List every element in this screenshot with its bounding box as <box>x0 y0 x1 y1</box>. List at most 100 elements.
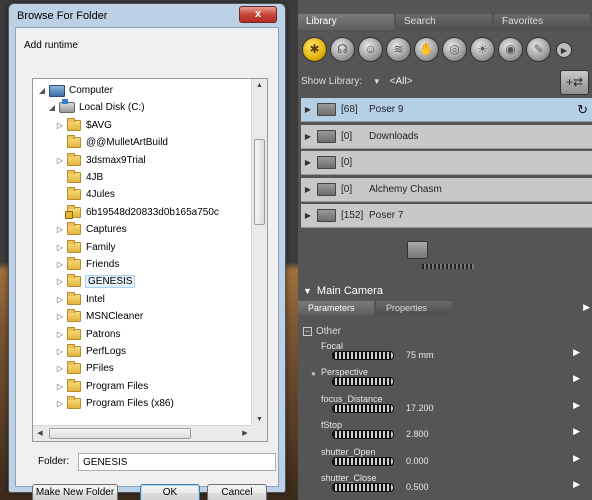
folder-field[interactable] <box>78 453 276 471</box>
lights-icon[interactable]: ☀ <box>470 37 495 62</box>
tree-item[interactable]: ▷ Intel <box>55 291 105 308</box>
hscroll-thumb[interactable] <box>49 428 191 439</box>
scroll-left-icon[interactable]: ◀ <box>33 426 47 441</box>
param-menu-arrow-icon[interactable]: ▶ <box>573 347 580 358</box>
param-value[interactable]: 0.500 <box>406 482 429 492</box>
cancel-button[interactable]: Cancel <box>207 484 267 500</box>
expand-arrow-icon[interactable]: ▶ <box>301 211 315 220</box>
tree-item[interactable]: ◢ Local Disk (C:) <box>47 99 145 116</box>
param-dial[interactable] <box>332 483 394 492</box>
library-row[interactable]: ▶ [0] Downloads <box>301 124 592 149</box>
dropdown-arrow-icon[interactable]: ▼ <box>373 77 381 86</box>
param-menu-arrow-icon[interactable]: ▶ <box>573 453 580 464</box>
expand-arrow-icon[interactable]: ▷ <box>55 312 65 321</box>
expand-arrow-icon[interactable]: ▷ <box>55 277 65 286</box>
horizontal-scrollbar[interactable]: ◀ ▶ <box>33 425 252 441</box>
expand-arrow-icon[interactable]: ▶ <box>301 158 315 167</box>
tree-item[interactable]: ▷ Captures <box>55 221 127 238</box>
tree-item[interactable]: ▷ MSNCleaner <box>55 308 143 325</box>
expand-arrow-icon[interactable]: ▷ <box>55 243 65 252</box>
param-group-header[interactable]: − Other <box>303 326 341 337</box>
expand-arrow-icon[interactable]: ▷ <box>55 121 65 130</box>
tab-parameters[interactable]: Parameters <box>298 301 374 315</box>
cameras-icon[interactable]: ◉ <box>498 37 523 62</box>
tree-item[interactable]: ▷ PerfLogs <box>55 343 126 360</box>
camera-section-header[interactable]: ▼ Main Camera <box>303 285 383 297</box>
tree-item[interactable]: ▷ Friends <box>55 256 119 273</box>
tab-properties[interactable]: Properties <box>376 301 452 315</box>
materials-icon[interactable]: ✎ <box>526 37 551 62</box>
expand-arrow-icon[interactable]: ▷ <box>55 382 65 391</box>
expand-arrow-icon[interactable]: ▷ <box>55 295 65 304</box>
expand-arrow-icon[interactable]: ▷ <box>55 260 65 269</box>
tree-item[interactable]: ◢ Computer <box>37 82 113 99</box>
param-value[interactable]: 17.200 <box>406 403 434 413</box>
scroll-right-icon[interactable]: ▶ <box>238 426 252 441</box>
tree-item[interactable]: ▷ GENESIS <box>55 273 136 290</box>
tree-item[interactable]: ▷ Family <box>55 239 115 256</box>
faces-icon[interactable]: ☺ <box>358 37 383 62</box>
collapse-panel-button[interactable] <box>407 241 428 259</box>
param-value[interactable]: 75 mm <box>406 350 434 360</box>
library-row[interactable]: ▶ [0] Alchemy Chasm <box>301 177 592 202</box>
param-dial[interactable] <box>332 377 394 386</box>
hands-icon[interactable]: ✋ <box>414 37 439 62</box>
tree-item[interactable]: 4Jules <box>55 186 115 203</box>
tree-item[interactable]: ▷ PFiles <box>55 360 114 377</box>
param-menu-arrow-icon[interactable]: ▶ <box>573 426 580 437</box>
library-row[interactable]: ▶ [68] Poser 9 ↻ <box>301 98 592 122</box>
refresh-icon[interactable]: ↻ <box>577 102 588 118</box>
tree-item[interactable]: ▷ Program Files <box>55 378 148 395</box>
expand-arrow-icon[interactable]: ▷ <box>55 330 65 339</box>
next-category-icon[interactable]: ▶ <box>556 42 572 58</box>
param-dial[interactable] <box>332 430 394 439</box>
param-menu-arrow-icon[interactable]: ▶ <box>573 479 580 490</box>
hair-icon[interactable]: ≋ <box>386 37 411 62</box>
tree-item[interactable]: ▷ $AVG <box>55 117 112 134</box>
param-value[interactable]: 0.000 <box>406 456 429 466</box>
expand-arrow-icon[interactable]: ▷ <box>55 225 65 234</box>
param-value[interactable]: 2.800 <box>406 429 429 439</box>
param-menu-arrow-icon[interactable]: ▶ <box>573 373 580 384</box>
resize-grip[interactable] <box>422 264 474 269</box>
browse-folder-dialog: Browse For Folder x Add runtime ▲ ▼ ◀ ▶ … <box>8 3 286 500</box>
folder-icon <box>67 361 81 375</box>
tab-favorites[interactable]: Favorites <box>494 14 590 30</box>
param-dial[interactable] <box>332 351 394 360</box>
library-row[interactable]: ▶ [152] Poser 7 <box>301 204 592 228</box>
scroll-thumb[interactable] <box>254 139 265 225</box>
ok-button[interactable]: OK <box>140 484 200 500</box>
show-library-value[interactable]: <All> <box>390 76 413 87</box>
tree-item[interactable]: ▷ Program Files (x86) <box>55 395 174 412</box>
param-menu-arrow-icon[interactable]: ▶ <box>573 400 580 411</box>
tab-search[interactable]: Search <box>396 14 492 30</box>
tab-library[interactable]: Library <box>298 14 394 30</box>
figures-icon[interactable]: ✱ <box>302 37 327 62</box>
tree-item[interactable]: @@MulletArtBuild <box>55 134 168 151</box>
expanded-arrow-icon[interactable]: ◢ <box>47 103 57 112</box>
expand-arrow-icon[interactable]: ▶ <box>301 185 315 194</box>
collapse-icon[interactable]: − <box>303 327 312 336</box>
expand-arrow-icon[interactable]: ▷ <box>55 364 65 373</box>
vertical-scrollbar[interactable]: ▲ ▼ <box>251 79 267 427</box>
param-dial[interactable] <box>332 404 394 413</box>
close-button[interactable]: x <box>239 6 277 23</box>
tree-item[interactable]: ▷ 3dsmax9Trial <box>55 152 146 169</box>
expand-arrow-icon[interactable]: ▷ <box>55 399 65 408</box>
more-tabs-icon[interactable]: ▶ <box>583 302 590 313</box>
expand-arrow-icon[interactable]: ▷ <box>55 347 65 356</box>
expand-arrow-icon[interactable]: ▶ <box>301 132 315 141</box>
tree-item[interactable]: 4JB <box>55 169 103 186</box>
param-dial[interactable] <box>332 457 394 466</box>
expand-arrow-icon[interactable]: ▶ <box>301 105 315 114</box>
props-icon[interactable]: ◎ <box>442 37 467 62</box>
expanded-arrow-icon[interactable]: ◢ <box>37 86 47 95</box>
poses-icon[interactable]: ☊ <box>330 37 355 62</box>
add-runtime-button[interactable]: +⇄ <box>560 70 589 95</box>
make-new-folder-button[interactable]: Make New Folder <box>32 484 118 500</box>
scroll-up-icon[interactable]: ▲ <box>252 79 267 93</box>
library-row[interactable]: ▶ [0] <box>301 151 592 175</box>
tree-item[interactable]: 6b19548d20833d0b165a750c <box>55 204 219 221</box>
expand-arrow-icon[interactable]: ▷ <box>55 156 65 165</box>
tree-item[interactable]: ▷ Patrons <box>55 326 120 343</box>
